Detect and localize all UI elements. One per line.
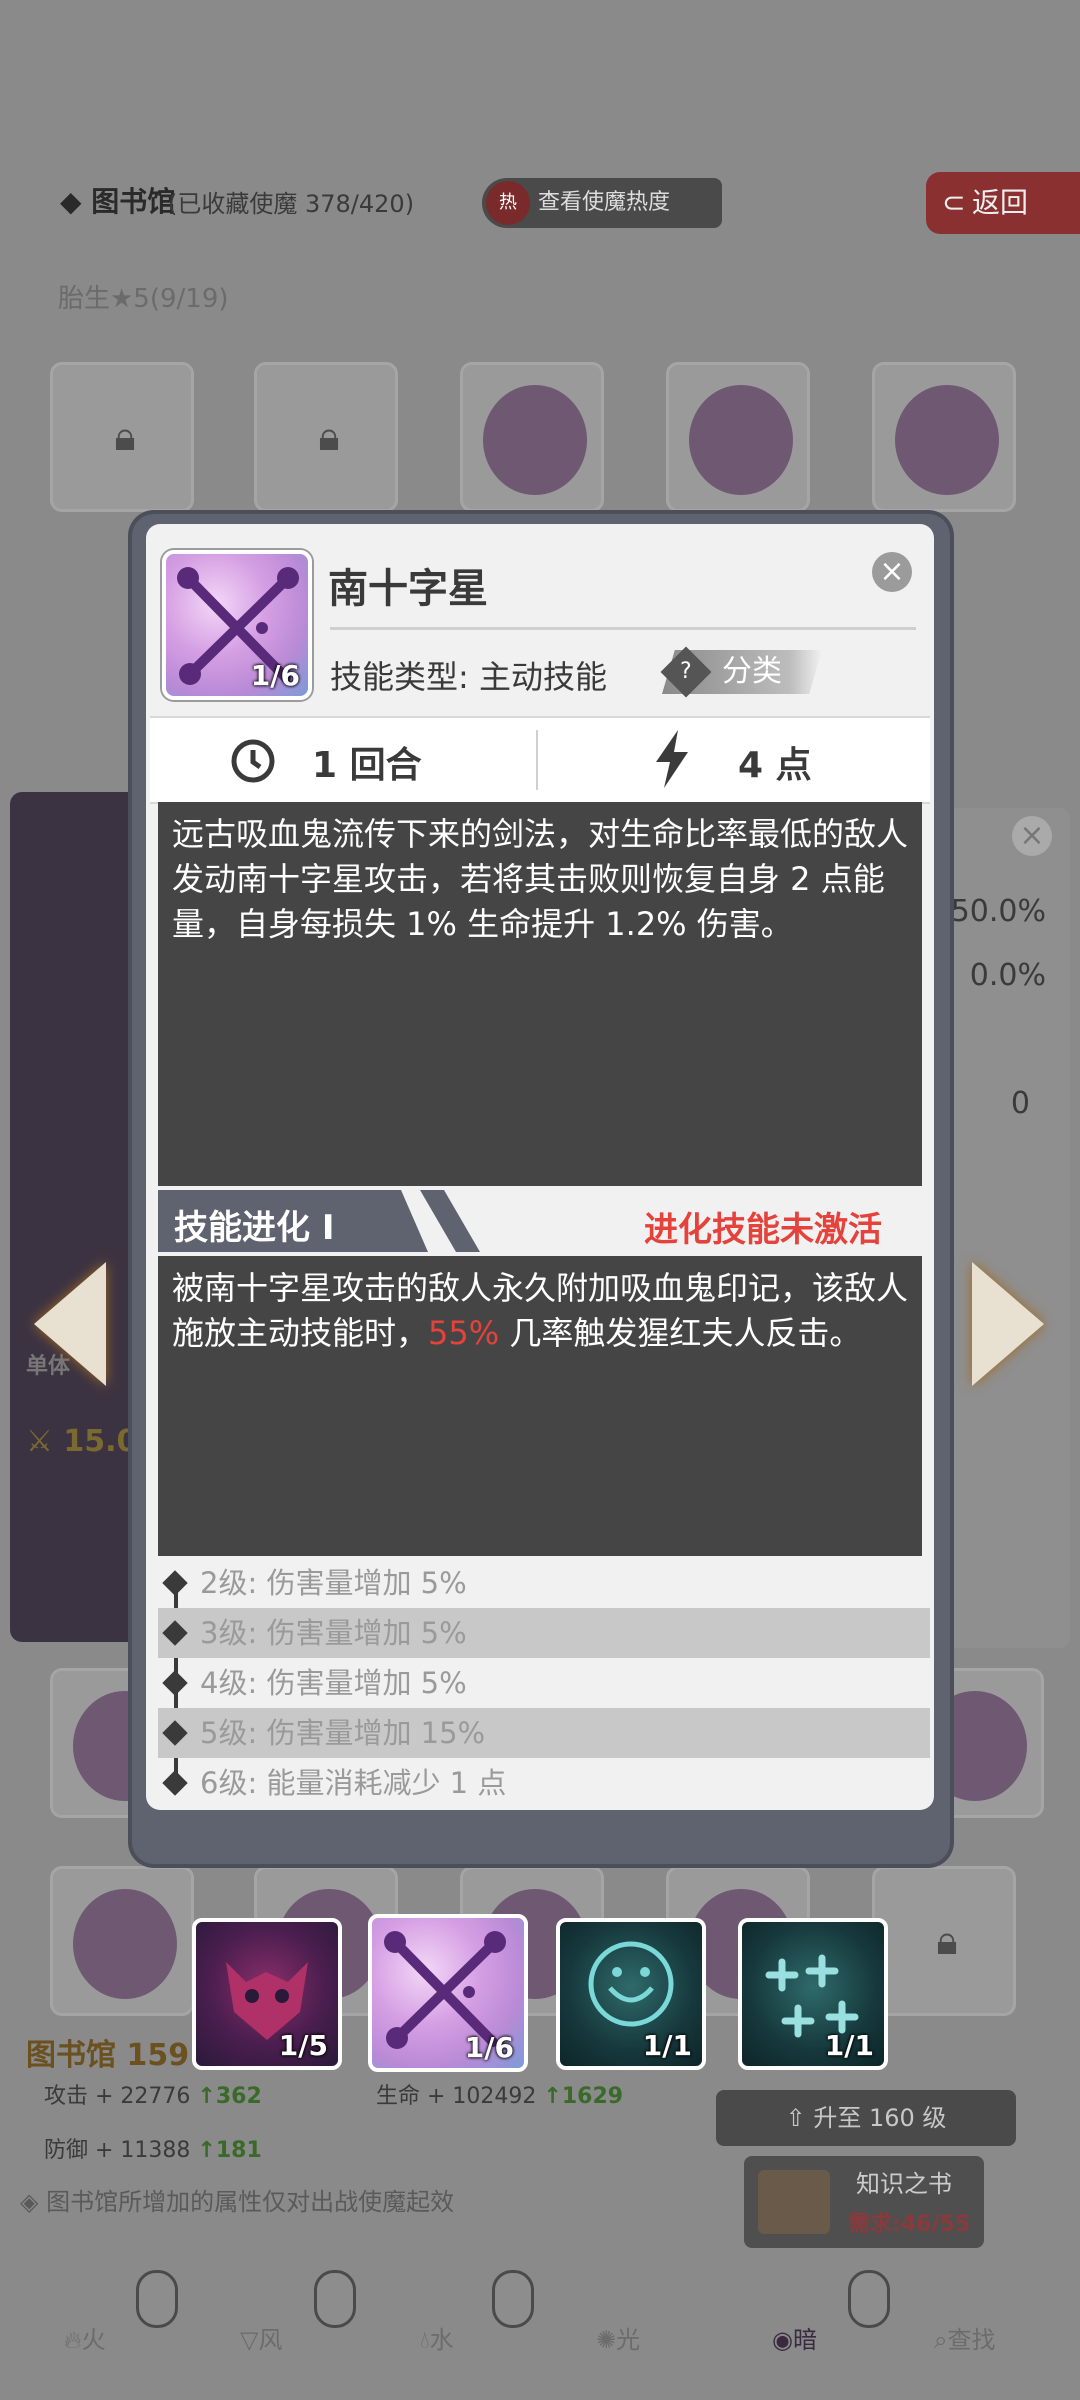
next-arrow-icon[interactable] — [972, 1262, 1044, 1386]
level-row: 5级: 伤害量增加 15% — [158, 1708, 930, 1758]
tab-search[interactable]: ⌕查找 — [934, 2320, 995, 2355]
stat-value: 0 — [1010, 1086, 1030, 1121]
skill-slot-level: 1/6 — [464, 2031, 514, 2064]
evolution-title: 技能进化 Ⅰ — [174, 1208, 335, 1248]
book-title: 知识之书 — [856, 2170, 952, 2198]
cooldown-value: 1 回合 — [312, 745, 422, 786]
right-detail-panel: × 50.0% 0.0% 0 — [930, 808, 1070, 1648]
upgrade-button[interactable]: ⇧ 升至 160 级 — [716, 2090, 1016, 2146]
evolution-status: 进化技能未激活 — [644, 1210, 882, 1250]
wind-icon: ▽ — [240, 2326, 259, 2354]
tab-dark[interactable]: ◉暗 — [772, 2320, 817, 2355]
search-icon: ⌕ — [934, 2326, 948, 2354]
monster-portrait — [895, 385, 999, 495]
skill-slot-3[interactable]: 1/1 — [556, 1918, 706, 2070]
library-level: 图书馆 159 — [26, 2038, 190, 2073]
locked-card[interactable]: 🔒︎ — [872, 1866, 1016, 2016]
left-panel-value: ⚔ 15.0 — [26, 1424, 138, 1459]
tab-fire[interactable]: 🔥︎火 — [64, 2320, 106, 2355]
monster-portrait — [483, 385, 587, 495]
life-stat: 生命 + 102492 ↑1629 — [376, 2084, 624, 2109]
attack-stat: 攻击 + 22776 ↑362 — [44, 2084, 262, 2109]
monster-card[interactable] — [50, 1866, 194, 2016]
library-note: ◈ 图书馆所增加的属性仅对出战使魔起效 — [20, 2188, 455, 2216]
evolution-description: 被南十字星攻击的敌人永久附加吸血鬼印记，该敌人施放主动技能时，55% 几率触发猩… — [158, 1256, 922, 1556]
tab-water[interactable]: 💧︎水 — [420, 2320, 454, 2355]
lock-icon: 🔒︎ — [114, 414, 136, 460]
divider — [330, 627, 916, 630]
locked-card[interactable]: 🔒︎ — [50, 362, 194, 512]
hot-icon: 热 — [486, 181, 530, 225]
skill-name: 南十字星 — [328, 566, 488, 612]
skill-slot-level: 1/1 — [642, 2029, 692, 2062]
skill-type: 技能类型: 主动技能 — [330, 658, 607, 696]
energy-value: 4 点 — [738, 745, 812, 786]
level-row: 4级: 伤害量增加 5% — [200, 1666, 467, 1700]
light-icon: ✺ — [596, 2326, 617, 2354]
view-popularity-button[interactable]: 热 查看使魔热度 — [482, 178, 722, 228]
library-title: ◆ 图书馆 — [60, 185, 176, 218]
diamond-icon: ◆ — [60, 185, 92, 218]
monster-card[interactable] — [460, 362, 604, 512]
level-row: 2级: 伤害量增加 5% — [200, 1566, 467, 1600]
lock-icon: 🔒︎ — [318, 414, 340, 460]
book-icon — [758, 2170, 830, 2234]
skill-slot-level: 1/1 — [824, 2029, 874, 2062]
monster-portrait — [689, 385, 793, 495]
water-icon: 💧︎ — [420, 2326, 430, 2354]
skill-slot-2-selected[interactable]: 1/6 — [368, 1914, 528, 2072]
info-icon: ◈ — [20, 2188, 47, 2216]
highlight-chance: 55% — [428, 1314, 500, 1352]
energy-bolt-icon — [656, 730, 688, 788]
stat-value: 50.0% — [950, 894, 1046, 929]
skill-slot-level: 1/5 — [278, 2029, 328, 2062]
skill-slot-1[interactable]: 1/5 — [192, 1918, 342, 2070]
dark-icon: ◉ — [772, 2326, 793, 2354]
divider — [536, 730, 538, 790]
knowledge-book[interactable]: 知识之书 需求:46/55 — [744, 2156, 984, 2248]
back-button[interactable]: ⊂ 返回 — [926, 172, 1080, 234]
level-row: 3级: 伤害量增加 5% — [158, 1608, 930, 1658]
section-title: 胎生★5(9/19) — [58, 284, 229, 314]
sword-icon: ⚔ — [26, 1424, 64, 1459]
skill-cost-row: 1 回合 4 点 — [150, 716, 930, 804]
evolution-header: 技能进化 Ⅰ 进化技能未激活 — [158, 1190, 922, 1252]
tab-wind[interactable]: ▽风 — [240, 2320, 282, 2355]
previous-arrow-icon[interactable] — [34, 1262, 106, 1386]
close-button[interactable]: × — [872, 552, 912, 592]
skill-icon: 1/6 — [162, 550, 312, 700]
lock-icon: 🔒︎ — [936, 1918, 958, 1964]
up-arrow-icon: ⇧ — [785, 2104, 814, 2132]
collection-count: (已收藏使魔 378/420) — [168, 190, 415, 218]
skill-slot-4[interactable]: 1/1 — [738, 1918, 888, 2070]
monster-card[interactable] — [872, 362, 1016, 512]
fire-icon: 🔥︎ — [64, 2326, 82, 2354]
skill-description: 远古吸血鬼流传下来的剑法，对生命比率最低的敌人发动南十字星攻击，若将其击败则恢复… — [158, 802, 922, 1186]
back-arrow-icon: ⊂ — [942, 186, 966, 219]
locked-card[interactable]: 🔒︎ — [254, 362, 398, 512]
close-icon[interactable]: × — [1012, 816, 1052, 856]
defense-stat: 防御 + 11388 ↑181 — [44, 2138, 262, 2163]
tab-light[interactable]: ✺光 — [596, 2320, 640, 2355]
level-row: 6级: 能量消耗减少 1 点 — [200, 1766, 507, 1800]
monster-card[interactable] — [666, 362, 810, 512]
element-tabs: 🔥︎火 ▽风 💧︎水 ✺光 ◉暗 ⌕查找 — [0, 2290, 1080, 2380]
book-requirement: 需求:46/55 — [848, 2212, 971, 2237]
skill-level: 1/6 — [250, 659, 300, 692]
cooldown-clock-icon — [231, 739, 275, 783]
stat-value: 0.0% — [969, 958, 1046, 993]
